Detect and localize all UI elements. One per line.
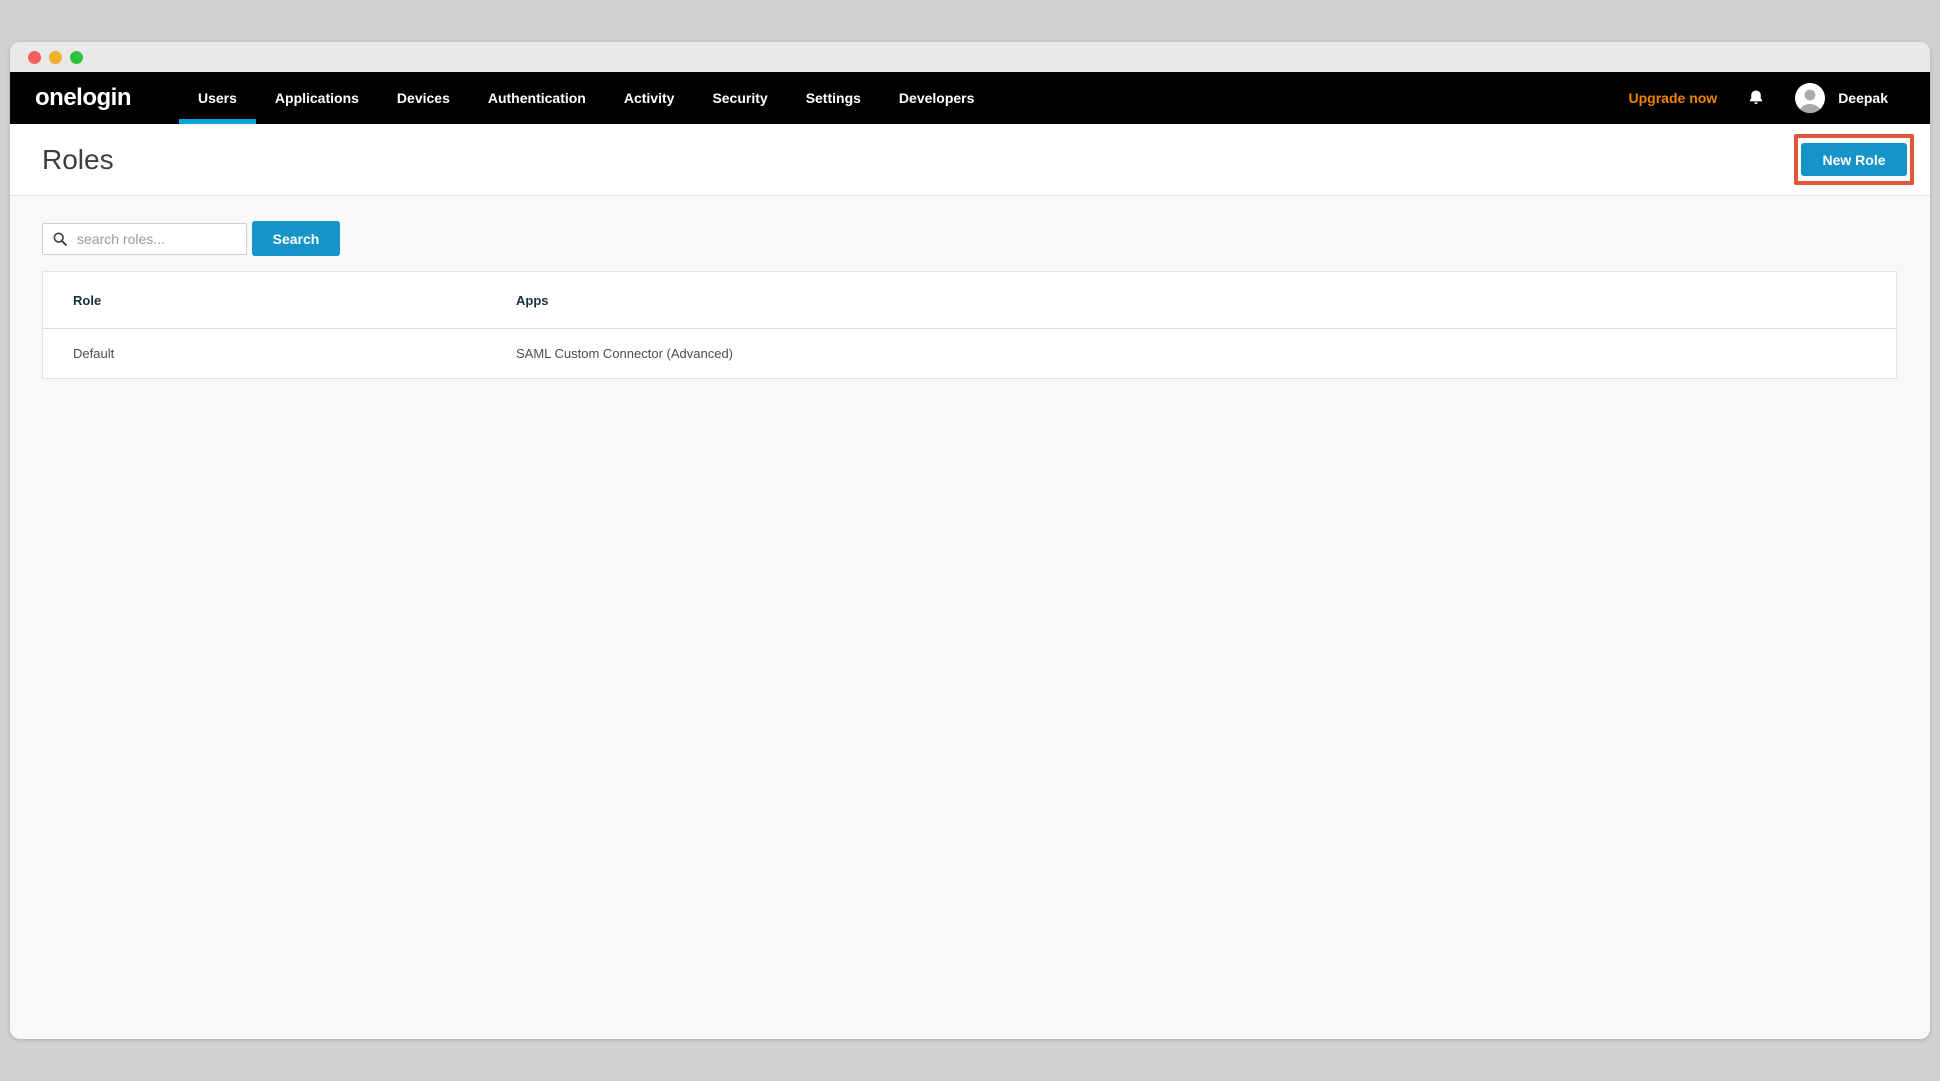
annotation-highlight: New Role <box>1794 134 1914 185</box>
close-window-button[interactable] <box>28 51 41 64</box>
nav-item-developers[interactable]: Developers <box>880 72 993 124</box>
notifications-bell-icon[interactable] <box>1747 88 1765 108</box>
role-apps-cell: SAML Custom Connector (Advanced) <box>486 346 1896 361</box>
search-icon <box>52 231 68 247</box>
search-box <box>42 223 247 255</box>
zoom-window-button[interactable] <box>70 51 83 64</box>
nav-item-authentication[interactable]: Authentication <box>469 72 605 124</box>
browser-window: onelogin Users Applications Devices Auth… <box>10 42 1930 1039</box>
roles-table: Role Apps Default SAML Custom Connector … <box>42 271 1897 379</box>
navbar-right-cluster: Upgrade now Deepak <box>1629 72 1888 124</box>
minimize-window-button[interactable] <box>49 51 62 64</box>
user-menu[interactable]: Deepak <box>1795 83 1888 113</box>
new-role-button[interactable]: New Role <box>1801 143 1907 176</box>
user-name: Deepak <box>1838 90 1888 106</box>
page-title: Roles <box>42 144 114 176</box>
column-header-role: Role <box>43 293 486 308</box>
onelogin-logo: onelogin <box>35 84 131 112</box>
search-input[interactable] <box>42 223 247 255</box>
primary-nav: Users Applications Devices Authenticatio… <box>179 72 993 124</box>
column-header-apps: Apps <box>486 293 1896 308</box>
search-row: Search <box>42 221 1898 256</box>
nav-item-activity[interactable]: Activity <box>605 72 694 124</box>
nav-item-settings[interactable]: Settings <box>787 72 880 124</box>
table-header-row: Role Apps <box>43 272 1896 329</box>
table-row[interactable]: Default SAML Custom Connector (Advanced) <box>43 329 1896 378</box>
search-button[interactable]: Search <box>252 221 340 256</box>
nav-item-users[interactable]: Users <box>179 72 256 124</box>
main-content: Search Role Apps Default SAML Custom Con… <box>10 196 1930 1039</box>
top-navbar: onelogin Users Applications Devices Auth… <box>10 72 1930 124</box>
avatar <box>1795 83 1825 113</box>
nav-item-security[interactable]: Security <box>693 72 786 124</box>
upgrade-now-link[interactable]: Upgrade now <box>1629 90 1718 106</box>
page-header: Roles New Role <box>10 124 1930 196</box>
nav-item-applications[interactable]: Applications <box>256 72 378 124</box>
nav-item-devices[interactable]: Devices <box>378 72 469 124</box>
window-titlebar <box>10 42 1930 72</box>
role-name-cell: Default <box>43 346 486 361</box>
